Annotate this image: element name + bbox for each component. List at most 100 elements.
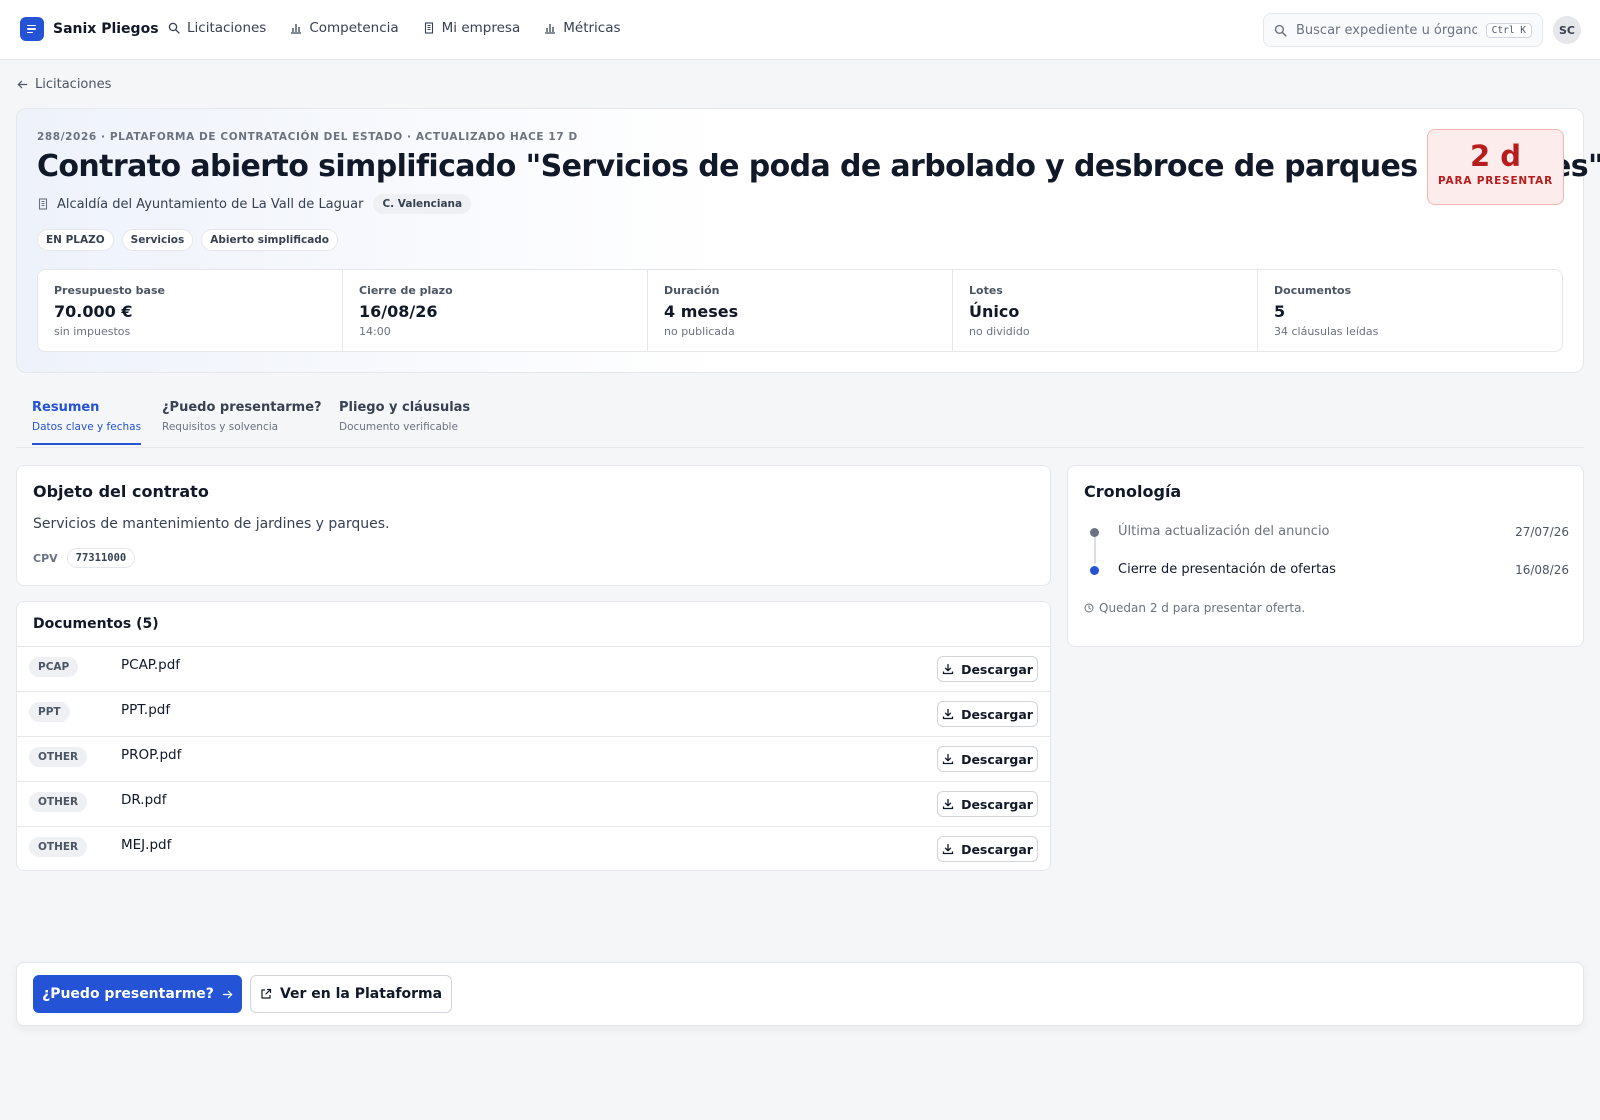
procedure-badge: Abierto simplificado [201,229,339,251]
search-shortcut-badge: Ctrl K [1485,22,1532,38]
stat-presupuesto: Presupuesto base 70.000 € sin impuestos [38,270,343,351]
organ-name: Alcaldía del Ayuntamiento de La Vall de … [57,196,364,212]
view-on-platform-button[interactable]: Ver en la Plataforma [250,975,452,1013]
back-link-label: Licitaciones [35,77,112,92]
timeline-item: Cierre de presentación de ofertas 16/08/… [1084,561,1569,581]
download-label: Descargar [961,796,1033,812]
tab-sub: Documento verificable [339,421,458,433]
external-link-icon [261,988,272,999]
download-icon [942,753,954,765]
contracting-organ: Alcaldía del Ayuntamiento de La Vall de … [37,194,472,214]
tab-resumen[interactable]: Resumen Datos clave y fechas [32,400,142,445]
download-icon [942,798,954,810]
building-icon [424,22,433,34]
stat-label: Presupuesto base [54,284,165,297]
download-icon [942,708,954,720]
download-label: Descargar [961,661,1033,677]
nav-item-competencia[interactable]: Competencia [290,20,399,36]
key-stats: Presupuesto base 70.000 € sin impuestos … [37,269,1563,352]
brand[interactable]: Sanix Pliegos [20,17,159,41]
cpv-row: CPV 77311000 [33,548,136,568]
stat-value: 70.000 € [54,302,133,321]
app-logo-icon [20,17,44,41]
tab-pliego[interactable]: Pliego y cláusulas Documento verificable [339,400,470,433]
stat-label: Lotes [969,284,1003,297]
document-row: OTHER PROP.pdf Descargar [17,736,1050,781]
timeline-note: Quedan 2 d para presentar oferta. [1084,601,1305,615]
download-button[interactable]: Descargar [937,701,1038,727]
stat-value: 4 meses [664,302,739,321]
detail-tabs: Resumen Datos clave y fechas ¿Puedo pres… [16,390,1584,448]
nav-item-mi-empresa[interactable]: Mi empresa [423,20,520,36]
check-eligibility-button[interactable]: ¿Puedo presentarme? [33,975,242,1013]
stat-sub: 14:00 [359,325,391,338]
stat-label: Cierre de plazo [359,284,453,297]
timeline-label: Cierre de presentación de ofertas [1118,562,1336,577]
document-type-badge: OTHER [29,792,88,812]
user-avatar[interactable]: SC [1553,16,1581,44]
main-nav: Licitaciones Competencia Mi empresa Métr… [168,20,621,36]
stat-cierre: Cierre de plazo 16/08/26 14:00 [343,270,648,351]
timeline-dot-past [1090,528,1099,537]
stat-value: Único [969,302,1020,321]
stat-value: 16/08/26 [359,302,438,321]
button-label: ¿Puedo presentarme? [42,986,214,1002]
nav-item-metricas[interactable]: Métricas [544,20,621,36]
document-name: PCAP.pdf [121,657,181,673]
timeline-item: Última actualización del anuncio 27/07/2… [1084,523,1569,543]
global-search[interactable]: Ctrl K [1263,13,1543,47]
contract-description: Servicios de mantenimiento de jardines y… [33,516,390,532]
tab-sub: Datos clave y fechas [32,421,142,433]
region-badge: C. Valenciana [373,194,472,214]
deadline-label: PARA PRESENTAR [1438,175,1553,187]
document-name: PROP.pdf [121,747,182,763]
cpv-label: CPV [33,551,58,565]
timeline-card: Cronología Última actualización del anun… [1067,465,1584,647]
tab-puedo-presentarme[interactable]: ¿Puedo presentarme? Requisitos y solvenc… [162,400,322,433]
stat-sub: sin impuestos [54,325,131,338]
card-title: Objeto del contrato [33,482,209,501]
timeline-date: 16/08/26 [1515,563,1569,577]
card-title: Documentos (5) [33,616,159,632]
document-type-badge: OTHER [29,837,88,857]
category-badge: Servicios [121,229,194,251]
status-badge: EN PLAZO [37,229,114,251]
action-bar: ¿Puedo presentarme? Ver en la Plataforma [16,962,1584,1026]
stat-value: 5 [1274,302,1286,321]
clock-icon [1084,603,1094,613]
download-icon [942,663,954,675]
nav-item-label: Licitaciones [187,20,267,36]
stat-sub: no dividido [969,325,1030,338]
tab-label: Resumen [32,400,100,415]
download-button[interactable]: Descargar [937,791,1038,817]
back-link[interactable]: Licitaciones [17,77,111,92]
document-row: OTHER MEJ.pdf Descargar [17,826,1050,870]
deadline-countdown: 2 d PARA PRESENTAR [1427,129,1564,205]
document-name: MEJ.pdf [121,837,172,853]
document-type-badge: PCAP [29,657,79,677]
timeline-label: Última actualización del anuncio [1118,524,1330,539]
nav-item-label: Métricas [563,20,621,36]
arrow-left-icon [17,80,28,89]
download-button[interactable]: Descargar [937,836,1038,862]
document-row: PPT PPT.pdf Descargar [17,691,1050,736]
search-input[interactable] [1296,22,1477,38]
search-icon [168,22,180,34]
timeline-date: 27/07/26 [1515,525,1569,539]
tender-header-card: 288/2026 · PLATAFORMA DE CONTRATACIÓN DE… [16,108,1600,373]
arrow-right-icon [222,990,233,998]
tab-label: Pliego y cláusulas [339,400,471,415]
building-icon [38,198,48,210]
stat-label: Duración [664,284,720,297]
document-type-badge: OTHER [29,747,88,767]
stat-sub: 34 cláusulas leídas [1274,325,1379,338]
download-button[interactable]: Descargar [937,656,1038,682]
document-row: OTHER DR.pdf Descargar [17,781,1050,826]
bar-chart-icon [545,24,556,34]
download-button[interactable]: Descargar [937,746,1038,772]
top-navigation: Sanix Pliegos Licitaciones Competencia M… [0,0,1600,60]
document-name: PPT.pdf [121,702,171,718]
nav-item-licitaciones[interactable]: Licitaciones [168,20,266,36]
card-title: Cronología [1084,482,1182,501]
download-label: Descargar [961,751,1033,767]
